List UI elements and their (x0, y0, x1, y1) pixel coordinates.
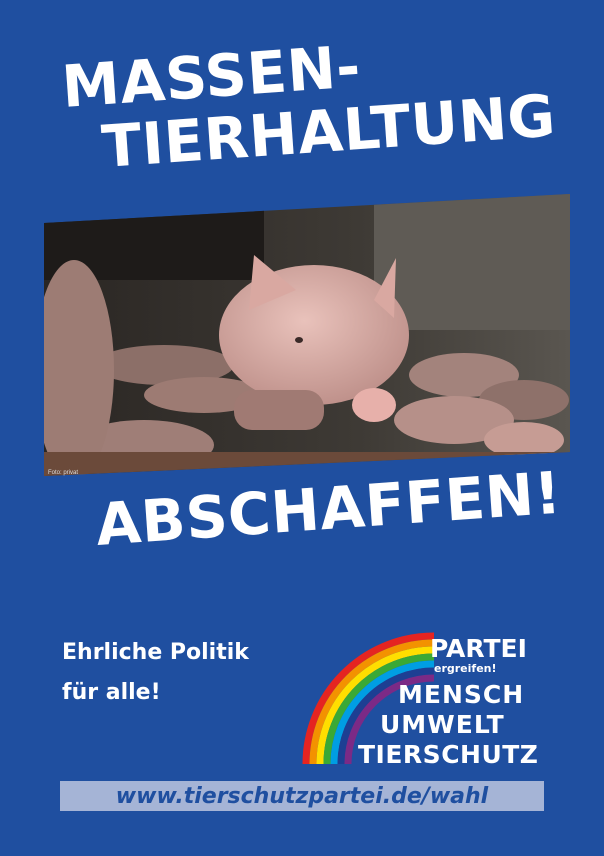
logo-ergreifen: ergreifen! (434, 662, 497, 675)
logo-mensch: MENSCH (398, 680, 525, 709)
slogan-line-1: Ehrliche Politik (62, 640, 249, 665)
logo-umwelt: UMWELT (380, 710, 505, 739)
website-link[interactable]: www.tierschutzpartei.de/wahl (116, 784, 488, 809)
url-bar: www.tierschutzpartei.de/wahl (60, 781, 544, 811)
slogan-line-2: für alle! (62, 680, 161, 705)
poster: MASSEN- TIERHALTUNG Foto: privat ABSCHAF… (0, 0, 604, 856)
photo-credit: Foto: privat (48, 470, 79, 476)
logo-tierschutz: TIERSCHUTZ (358, 740, 539, 769)
logo-partei: PARTEI (430, 634, 527, 663)
